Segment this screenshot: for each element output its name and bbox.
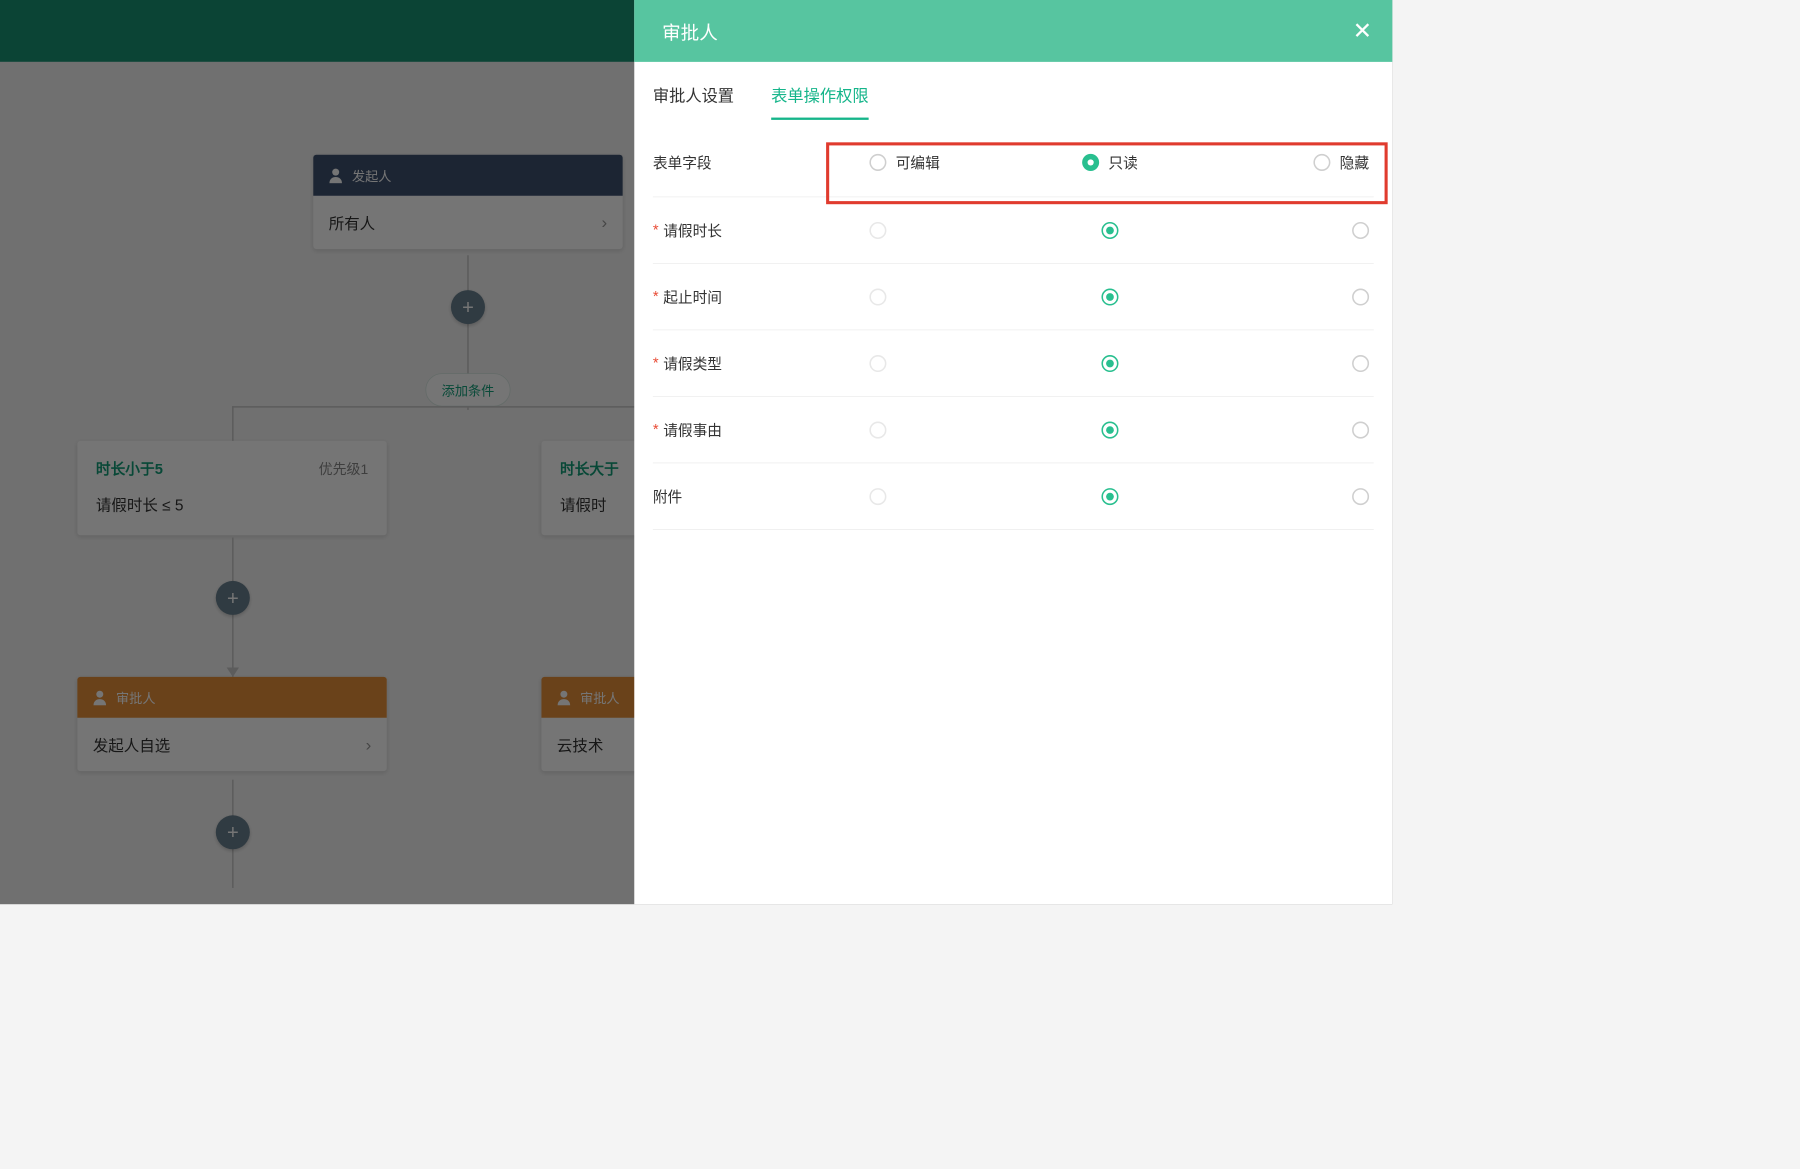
perm-cell-hide[interactable] (1198, 421, 1374, 438)
permission-row: 附件 (653, 463, 1374, 530)
radio-icon[interactable] (1101, 355, 1118, 372)
radio-icon[interactable] (1101, 421, 1118, 438)
permission-row: *请假事由 (653, 397, 1374, 464)
field-label: *请假时长 (653, 220, 846, 241)
tab-approver-settings[interactable]: 审批人设置 (653, 84, 734, 120)
perm-cell-hide[interactable] (1198, 288, 1374, 305)
perm-cell-read[interactable] (1022, 288, 1198, 305)
field-name-text: 请假时长 (663, 220, 722, 241)
radio-icon[interactable] (1313, 154, 1330, 171)
perm-cell-edit[interactable] (846, 355, 1022, 372)
close-icon[interactable]: ✕ (1353, 17, 1372, 44)
perm-cell-edit[interactable] (846, 421, 1022, 438)
tab-label: 表单操作权限 (771, 87, 868, 105)
perm-cell-edit[interactable] (846, 288, 1022, 305)
permission-row: *起止时间 (653, 264, 1374, 331)
perm-cell-read[interactable] (1022, 421, 1198, 438)
tab-label: 审批人设置 (653, 87, 734, 105)
perm-cell-hide[interactable] (1198, 222, 1374, 239)
field-label: *起止时间 (653, 286, 846, 307)
radio-icon[interactable] (869, 421, 886, 438)
col-hide-label: 隐藏 (1340, 152, 1369, 173)
col-header-hide[interactable]: 隐藏 (1198, 152, 1374, 173)
field-label: *请假事由 (653, 419, 846, 440)
col-edit-label: 可编辑 (896, 152, 940, 173)
field-name-text: 请假类型 (663, 353, 722, 374)
required-indicator: * (653, 222, 659, 239)
permission-row: *请假时长 (653, 197, 1374, 264)
field-label: *请假类型 (653, 353, 846, 374)
radio-icon[interactable] (1352, 488, 1369, 505)
radio-icon[interactable] (869, 154, 886, 171)
perm-cell-hide[interactable] (1198, 355, 1374, 372)
col-header-edit[interactable]: 可编辑 (846, 152, 1022, 173)
radio-icon[interactable] (1352, 421, 1369, 438)
perm-cell-read[interactable] (1022, 488, 1198, 505)
perm-cell-read[interactable] (1022, 222, 1198, 239)
required-indicator: * (653, 288, 659, 305)
field-name-text: 起止时间 (663, 286, 722, 307)
col-read-label: 只读 (1108, 152, 1137, 173)
tab-form-permissions[interactable]: 表单操作权限 (771, 84, 868, 120)
col-header-read[interactable]: 只读 (1022, 152, 1198, 173)
radio-icon[interactable] (869, 222, 886, 239)
field-name-text: 请假事由 (663, 419, 722, 440)
radio-icon[interactable] (1352, 222, 1369, 239)
drawer-header: 审批人 ✕ (634, 0, 1392, 62)
field-label: 附件 (653, 486, 846, 507)
required-indicator: * (653, 421, 659, 438)
permission-header-row: 表单字段 可编辑 只读 隐藏 (653, 128, 1374, 198)
drawer-title: 审批人 (662, 17, 718, 44)
col-label-header: 表单字段 (653, 152, 846, 173)
field-name-text: 附件 (653, 486, 682, 507)
permission-table: 表单字段 可编辑 只读 隐藏 *请假时长*起止时间*请假类型*请假事由附件 (634, 120, 1392, 530)
radio-icon[interactable] (1101, 488, 1118, 505)
perm-cell-read[interactable] (1022, 355, 1198, 372)
drawer-tabs: 审批人设置 表单操作权限 (634, 62, 1392, 120)
permission-row: *请假类型 (653, 330, 1374, 397)
approver-drawer: 审批人 ✕ 审批人设置 表单操作权限 表单字段 可编辑 只读 隐藏 *请假时长*… (634, 0, 1392, 904)
perm-cell-edit[interactable] (846, 488, 1022, 505)
radio-icon[interactable] (869, 288, 886, 305)
required-indicator: * (653, 355, 659, 372)
radio-icon[interactable] (869, 355, 886, 372)
radio-icon[interactable] (1082, 154, 1099, 171)
radio-icon[interactable] (1101, 222, 1118, 239)
radio-icon[interactable] (1101, 288, 1118, 305)
perm-cell-hide[interactable] (1198, 488, 1374, 505)
radio-icon[interactable] (1352, 288, 1369, 305)
radio-icon[interactable] (869, 488, 886, 505)
perm-cell-edit[interactable] (846, 222, 1022, 239)
radio-icon[interactable] (1352, 355, 1369, 372)
